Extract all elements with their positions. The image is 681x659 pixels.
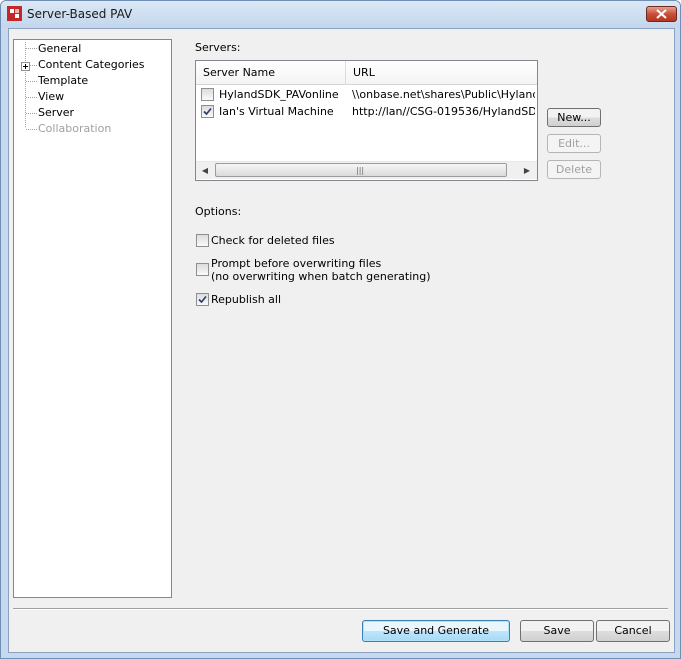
column-header-url[interactable]: URL [346, 61, 537, 85]
title-bar[interactable]: Server-Based PAV [1, 1, 680, 28]
column-header-server-name[interactable]: Server Name [196, 61, 346, 85]
server-row-checkbox[interactable] [201, 105, 214, 118]
scroll-left-arrow-icon[interactable]: ◀ [200, 166, 210, 176]
tree-item-content-categories[interactable]: Content Categories [38, 57, 145, 72]
prompt-overwrite-sublabel: (no overwriting when batch generating) [211, 270, 431, 283]
server-url-cell: \\onbase.net\shares\Public\HylandS... [352, 88, 535, 101]
horizontal-scrollbar[interactable]: ◀ ||| ▶ [196, 161, 537, 179]
scroll-right-arrow-icon[interactable]: ▶ [522, 166, 532, 176]
footer-divider [13, 608, 668, 610]
tree-item-view[interactable]: View [38, 89, 64, 104]
republish-all-label[interactable]: Republish all [211, 293, 281, 306]
window-title: Server-Based PAV [27, 7, 133, 21]
close-button[interactable] [646, 6, 677, 22]
settings-tree[interactable]: General Content Categories Template View… [13, 39, 172, 598]
server-row[interactable]: HylandSDK_PAVonline \\onbase.net\shares\… [196, 87, 537, 103]
server-name-cell: HylandSDK_PAVonline [219, 88, 339, 101]
grip-icon: ||| [356, 166, 365, 175]
server-row[interactable]: Ian's Virtual Machine http://lan//CSG-01… [196, 104, 537, 120]
check-deleted-files-label[interactable]: Check for deleted files [211, 234, 335, 247]
tree-item-template[interactable]: Template [38, 73, 88, 88]
close-icon [656, 9, 667, 19]
tree-item-collaboration: Collaboration [38, 122, 112, 135]
tree-item-general[interactable]: General [38, 41, 81, 56]
server-name-cell: Ian's Virtual Machine [219, 105, 334, 118]
edit-server-button[interactable]: Edit... [547, 134, 601, 153]
cancel-button[interactable]: Cancel [596, 620, 670, 642]
prompt-overwrite-label[interactable]: Prompt before overwriting files [211, 257, 381, 270]
servers-label: Servers: [195, 41, 241, 54]
save-and-generate-button[interactable]: Save and Generate [362, 620, 510, 642]
republish-all-checkbox[interactable] [196, 293, 209, 306]
dialog-window: Server-Based PAV General Content Categor… [0, 0, 681, 659]
scrollbar-thumb[interactable]: ||| [215, 163, 507, 177]
check-deleted-files-checkbox[interactable] [196, 234, 209, 247]
save-button[interactable]: Save [520, 620, 594, 642]
dialog-client-area: General Content Categories Template View… [8, 28, 675, 653]
checkmark-icon [198, 295, 207, 304]
server-url-cell: http://lan//CSG-019536/HylandSDK... [352, 105, 535, 118]
expand-plus-icon[interactable] [21, 62, 30, 71]
tree-item-server[interactable]: Server [38, 105, 74, 120]
new-server-button[interactable]: New... [547, 108, 601, 127]
checkmark-icon [203, 107, 212, 116]
options-label: Options: [195, 205, 242, 218]
app-icon [7, 6, 22, 21]
server-row-checkbox[interactable] [201, 88, 214, 101]
servers-list[interactable]: Server Name URL HylandSDK_PAVonline \\on… [195, 60, 538, 181]
delete-server-button[interactable]: Delete [547, 160, 601, 179]
prompt-overwrite-checkbox[interactable] [196, 263, 209, 276]
